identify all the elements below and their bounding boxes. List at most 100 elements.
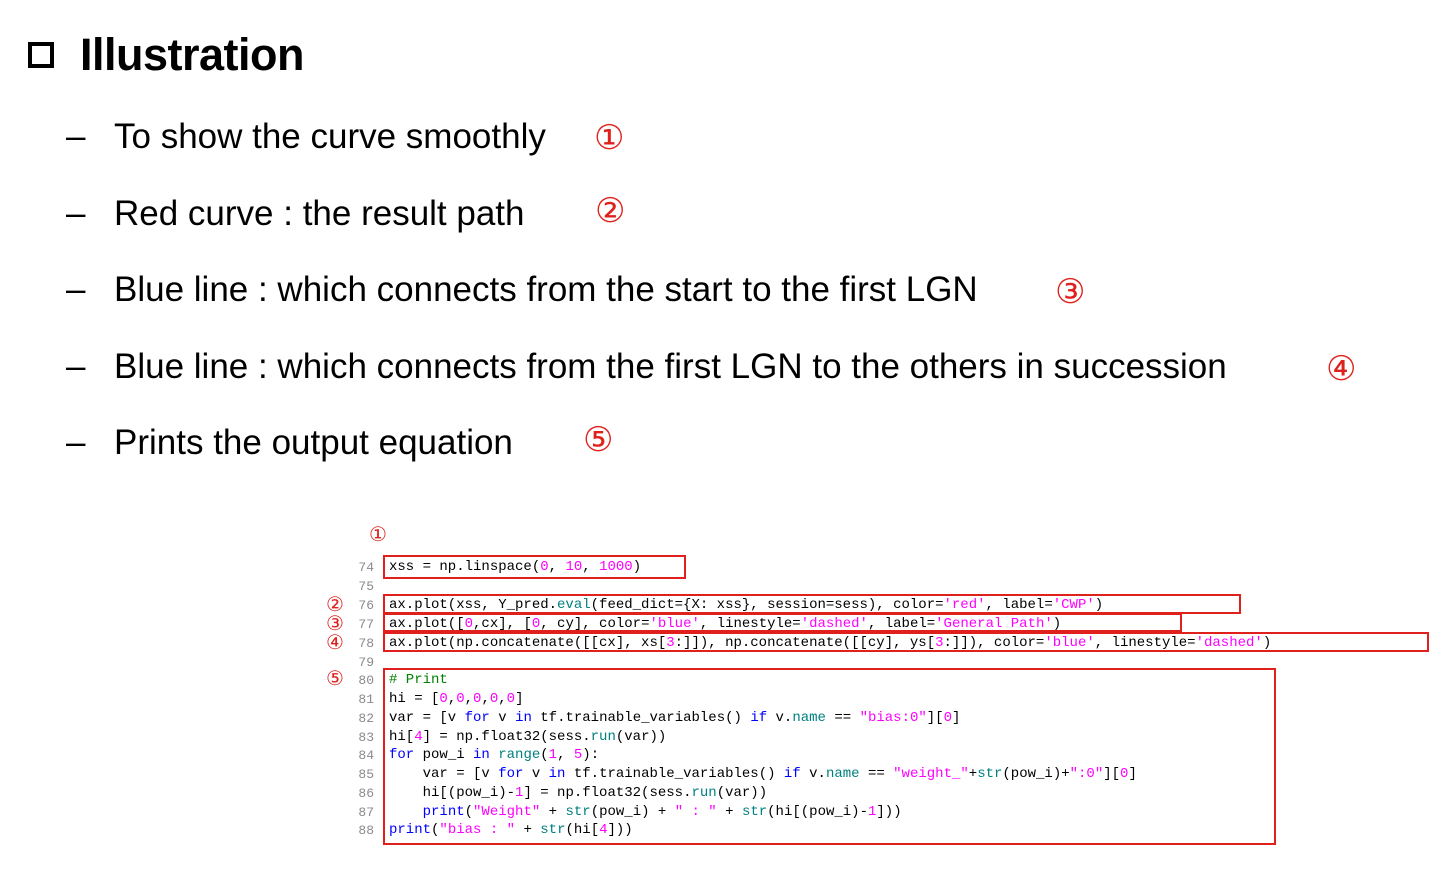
code-line: ax.plot(np.concatenate([[cx], xs[3:]]), … xyxy=(389,635,1271,651)
code-marker-1: ① xyxy=(369,522,387,546)
code-token: hi[ xyxy=(389,729,415,745)
code-token: ax.plot(np.concatenate([[cx], xs[ xyxy=(389,635,667,651)
code-token: , label= xyxy=(867,616,936,632)
code-token: (var)) xyxy=(615,729,667,745)
code-token: ] xyxy=(515,691,524,707)
line-number: 81 xyxy=(358,692,374,707)
line-number: 85 xyxy=(358,767,374,782)
code-line: hi[(pow_i)-1] = np.float32(sess.run(var)… xyxy=(389,785,768,801)
code-token: ,cx], [ xyxy=(473,616,532,632)
code-token: , xyxy=(447,691,457,707)
code-line: var = [v for v in tf.trainable_variables… xyxy=(389,766,1137,782)
code-token: if xyxy=(783,766,801,782)
code-token: 'dashed' xyxy=(800,616,868,632)
code-line: print("Weight" + str(pow_i) + " : " + st… xyxy=(389,804,902,820)
code-token: tf.trainable_variables() xyxy=(531,710,751,726)
code-token: ) xyxy=(1262,635,1272,651)
code-line: var = [v for v in tf.trainable_variables… xyxy=(389,710,960,726)
code-token: 0 xyxy=(540,559,549,575)
code-token: # Print xyxy=(389,672,448,688)
code-token: in xyxy=(548,766,566,782)
code-token: ":0" xyxy=(1069,766,1104,782)
code-token: v. xyxy=(800,766,826,782)
code-token: pow_i xyxy=(414,747,474,763)
code-token: for xyxy=(464,710,490,726)
code-token: == xyxy=(859,766,894,782)
code-token: 3 xyxy=(935,635,944,651)
code-token: ][ xyxy=(1103,766,1121,782)
code-token: 4 xyxy=(599,822,608,838)
line-number: 83 xyxy=(358,730,374,745)
line-number: 84 xyxy=(358,748,374,763)
code-token: run xyxy=(691,785,717,801)
code-token: " : " xyxy=(674,804,717,820)
code-token: ])) xyxy=(607,822,633,838)
line-number: 80 xyxy=(358,673,374,688)
code-token: "bias:0" xyxy=(859,710,927,726)
code-token: 1000 xyxy=(599,559,633,575)
line-number: 86 xyxy=(358,786,374,801)
code-token: str xyxy=(540,822,566,838)
code-token: 0 xyxy=(943,710,952,726)
code-token: range xyxy=(498,747,541,763)
code-token: 'red' xyxy=(943,597,986,613)
code-token: name xyxy=(792,710,826,726)
code-token: 'General Path' xyxy=(935,616,1053,632)
code-token: ax.plot([ xyxy=(389,616,465,632)
code-token: + xyxy=(515,822,541,838)
code-token: name xyxy=(825,766,860,782)
code-token: , xyxy=(498,691,507,707)
code-token: 0 xyxy=(531,616,541,632)
code-token: + xyxy=(540,804,566,820)
code-token: 0 xyxy=(456,691,465,707)
code-snippet: ① ② ③ ④ ⑤ 74 xss = np.linspace(0, 10, 100… xyxy=(0,0,1441,874)
code-token: , linestyle= xyxy=(699,616,801,632)
code-token: ) xyxy=(1052,616,1062,632)
code-token: print xyxy=(389,822,432,838)
code-token: tf.trainable_variables() xyxy=(565,766,784,782)
code-token: 'CWP' xyxy=(1052,597,1095,613)
line-number: 78 xyxy=(358,636,374,651)
line-number: 79 xyxy=(358,655,374,670)
line-number: 88 xyxy=(358,823,374,838)
code-line: hi[4] = np.float32(sess.run(var)) xyxy=(389,729,666,745)
line-number: 74 xyxy=(358,560,374,575)
code-token: + xyxy=(968,766,978,782)
code-token: ] = np.float32(sess. xyxy=(422,729,591,745)
code-token: run xyxy=(590,729,616,745)
code-token: for xyxy=(498,766,524,782)
code-token: ])) xyxy=(876,804,902,820)
code-marker-4: ④ xyxy=(326,630,344,654)
code-line: # Print xyxy=(389,672,448,688)
code-token: "weight_" xyxy=(893,766,969,782)
code-token: 0 xyxy=(439,691,448,707)
code-token: , xyxy=(464,691,474,707)
code-token: xss = np.linspace( xyxy=(389,559,541,575)
code-token: ] xyxy=(952,710,961,726)
code-token: 1 xyxy=(548,747,558,763)
line-number: 77 xyxy=(358,617,374,632)
line-number: 87 xyxy=(358,805,374,820)
code-token: 3 xyxy=(666,635,675,651)
code-token: :]]), np.concatenate([[cy], ys[ xyxy=(674,635,936,651)
code-line: xss = np.linspace(0, 10, 1000) xyxy=(389,559,641,575)
code-token: v xyxy=(523,766,549,782)
code-token: 0 xyxy=(464,616,474,632)
code-token: ax.plot(xss, Y_pred. xyxy=(389,597,558,613)
code-token: 0 xyxy=(506,691,516,707)
line-number: 75 xyxy=(358,579,374,594)
code-token: ( xyxy=(540,747,549,763)
code-token: ) xyxy=(1094,597,1104,613)
code-token: in xyxy=(515,710,532,726)
code-token: v. xyxy=(767,710,793,726)
code-token: "bias : " xyxy=(439,822,516,838)
code-token: , cy], color= xyxy=(540,616,650,632)
code-token: ) xyxy=(632,559,642,575)
code-token: ] = np.float32(sess. xyxy=(523,785,692,801)
code-token: , xyxy=(582,559,600,575)
code-token: hi = [ xyxy=(389,691,440,707)
code-token: + xyxy=(716,804,742,820)
code-token: 0 xyxy=(489,691,499,707)
code-token: (var)) xyxy=(716,785,768,801)
